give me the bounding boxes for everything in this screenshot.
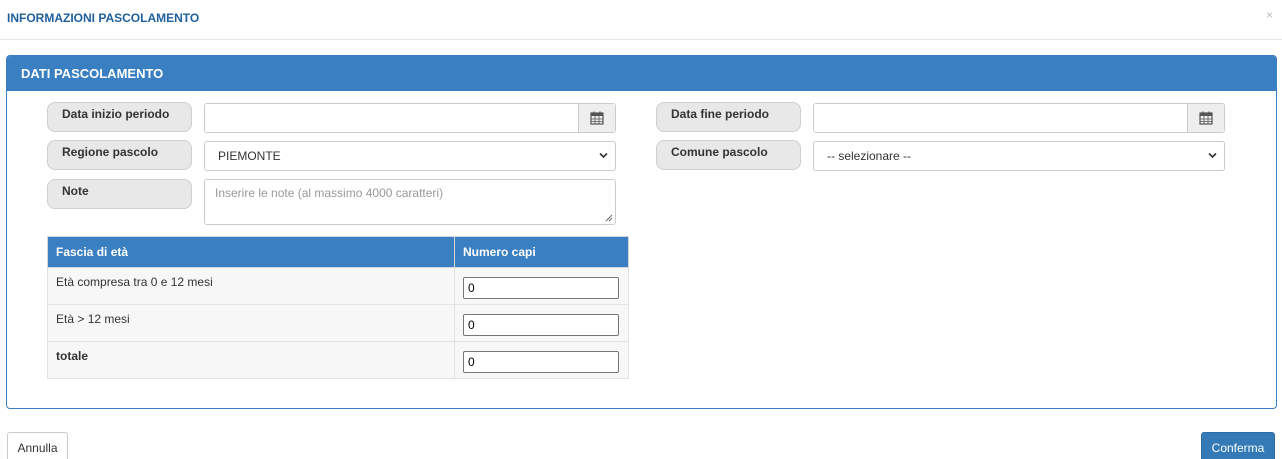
data-fine-calendar-button[interactable] [1187,104,1224,132]
panel-heading: DATI PASCOLAMENTO [7,56,1276,91]
chevron-down-icon [1208,152,1217,159]
numero-capi-totale-input[interactable] [463,351,619,373]
data-inizio-label: Data inizio periodo [47,102,192,132]
dati-pascolamento-panel: DATI PASCOLAMENTO Data inizio periodo Da… [6,55,1277,409]
modal-header: INFORMAZIONI PASCOLAMENTO × [0,0,1282,40]
modal-title: INFORMAZIONI PASCOLAMENTO [7,11,200,25]
note-label: Note [47,179,192,209]
numero-capi-cell [454,267,629,305]
table-header-row: Fascia di età Numero capi [47,236,629,268]
fascia-cell: Età > 12 mesi [47,304,455,342]
table-row: totale [47,341,629,379]
numero-capi-cell [454,304,629,342]
regione-pascolo-select[interactable]: PIEMONTE [204,141,616,171]
fascia-eta-table: Fascia di età Numero capi Età compresa t… [47,236,629,379]
comune-pascolo-select[interactable]: -- selezionare -- [813,141,1225,171]
data-inizio-field[interactable] [204,103,616,133]
regione-pascolo-label: Regione pascolo [47,140,192,170]
regione-pascolo-value: PIEMONTE [218,149,281,163]
comune-pascolo-value: -- selezionare -- [827,149,912,163]
numero-capi-input[interactable] [463,277,619,299]
note-textarea[interactable]: Inserire le note (al massimo 4000 caratt… [204,179,616,225]
data-fine-input[interactable] [814,104,1224,132]
fascia-cell: Età compresa tra 0 e 12 mesi [47,267,455,305]
numero-capi-cell [454,341,629,379]
data-fine-field[interactable] [813,103,1225,133]
table-row: Età > 12 mesi [47,304,629,342]
chevron-down-icon [599,152,608,159]
column-header-fascia: Fascia di età [47,236,455,268]
annulla-button[interactable]: Annulla [7,432,68,459]
numero-capi-input[interactable] [463,314,619,336]
conferma-button[interactable]: Conferma [1201,432,1275,459]
data-fine-label: Data fine periodo [656,102,801,132]
data-inizio-calendar-button[interactable] [578,104,615,132]
calendar-icon [1199,111,1213,125]
note-placeholder: Inserire le note (al massimo 4000 caratt… [215,186,444,200]
fascia-cell-totale: totale [47,341,455,379]
comune-pascolo-label: Comune pascolo [656,140,801,170]
calendar-icon [590,111,604,125]
close-icon[interactable]: × [1266,8,1273,22]
data-inizio-input[interactable] [205,104,615,132]
table-row: Età compresa tra 0 e 12 mesi [47,267,629,305]
column-header-numero-capi: Numero capi [454,236,629,268]
resize-grip-icon[interactable] [605,214,613,222]
